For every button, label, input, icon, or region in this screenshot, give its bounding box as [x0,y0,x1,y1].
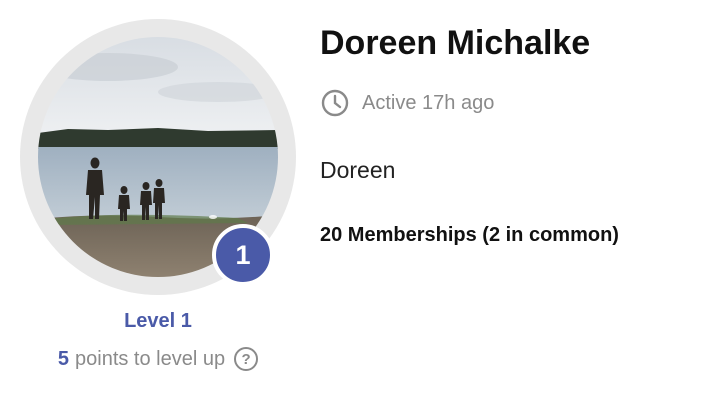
profile-bio: Doreen [320,157,396,183]
last-active-text: Active 17h ago [362,91,495,114]
points-to-level-up: 5 points to level up ? [0,347,316,371]
points-text: points to level up [75,347,226,370]
level-label: Level 1 [124,310,192,332]
points-count: 5 [57,347,69,370]
profile-card: 1 Level 1 5 points to level up ? Doreen … [0,0,720,406]
help-icon[interactable]: ? [234,347,259,371]
clock-icon [321,89,349,117]
last-active: Active 17h ago [320,88,494,118]
memberships-link[interactable]: 20 Memberships (2 in common) [320,224,619,247]
profile-name: Doreen Michalke [320,24,591,62]
level-badge: 1 [212,224,274,286]
